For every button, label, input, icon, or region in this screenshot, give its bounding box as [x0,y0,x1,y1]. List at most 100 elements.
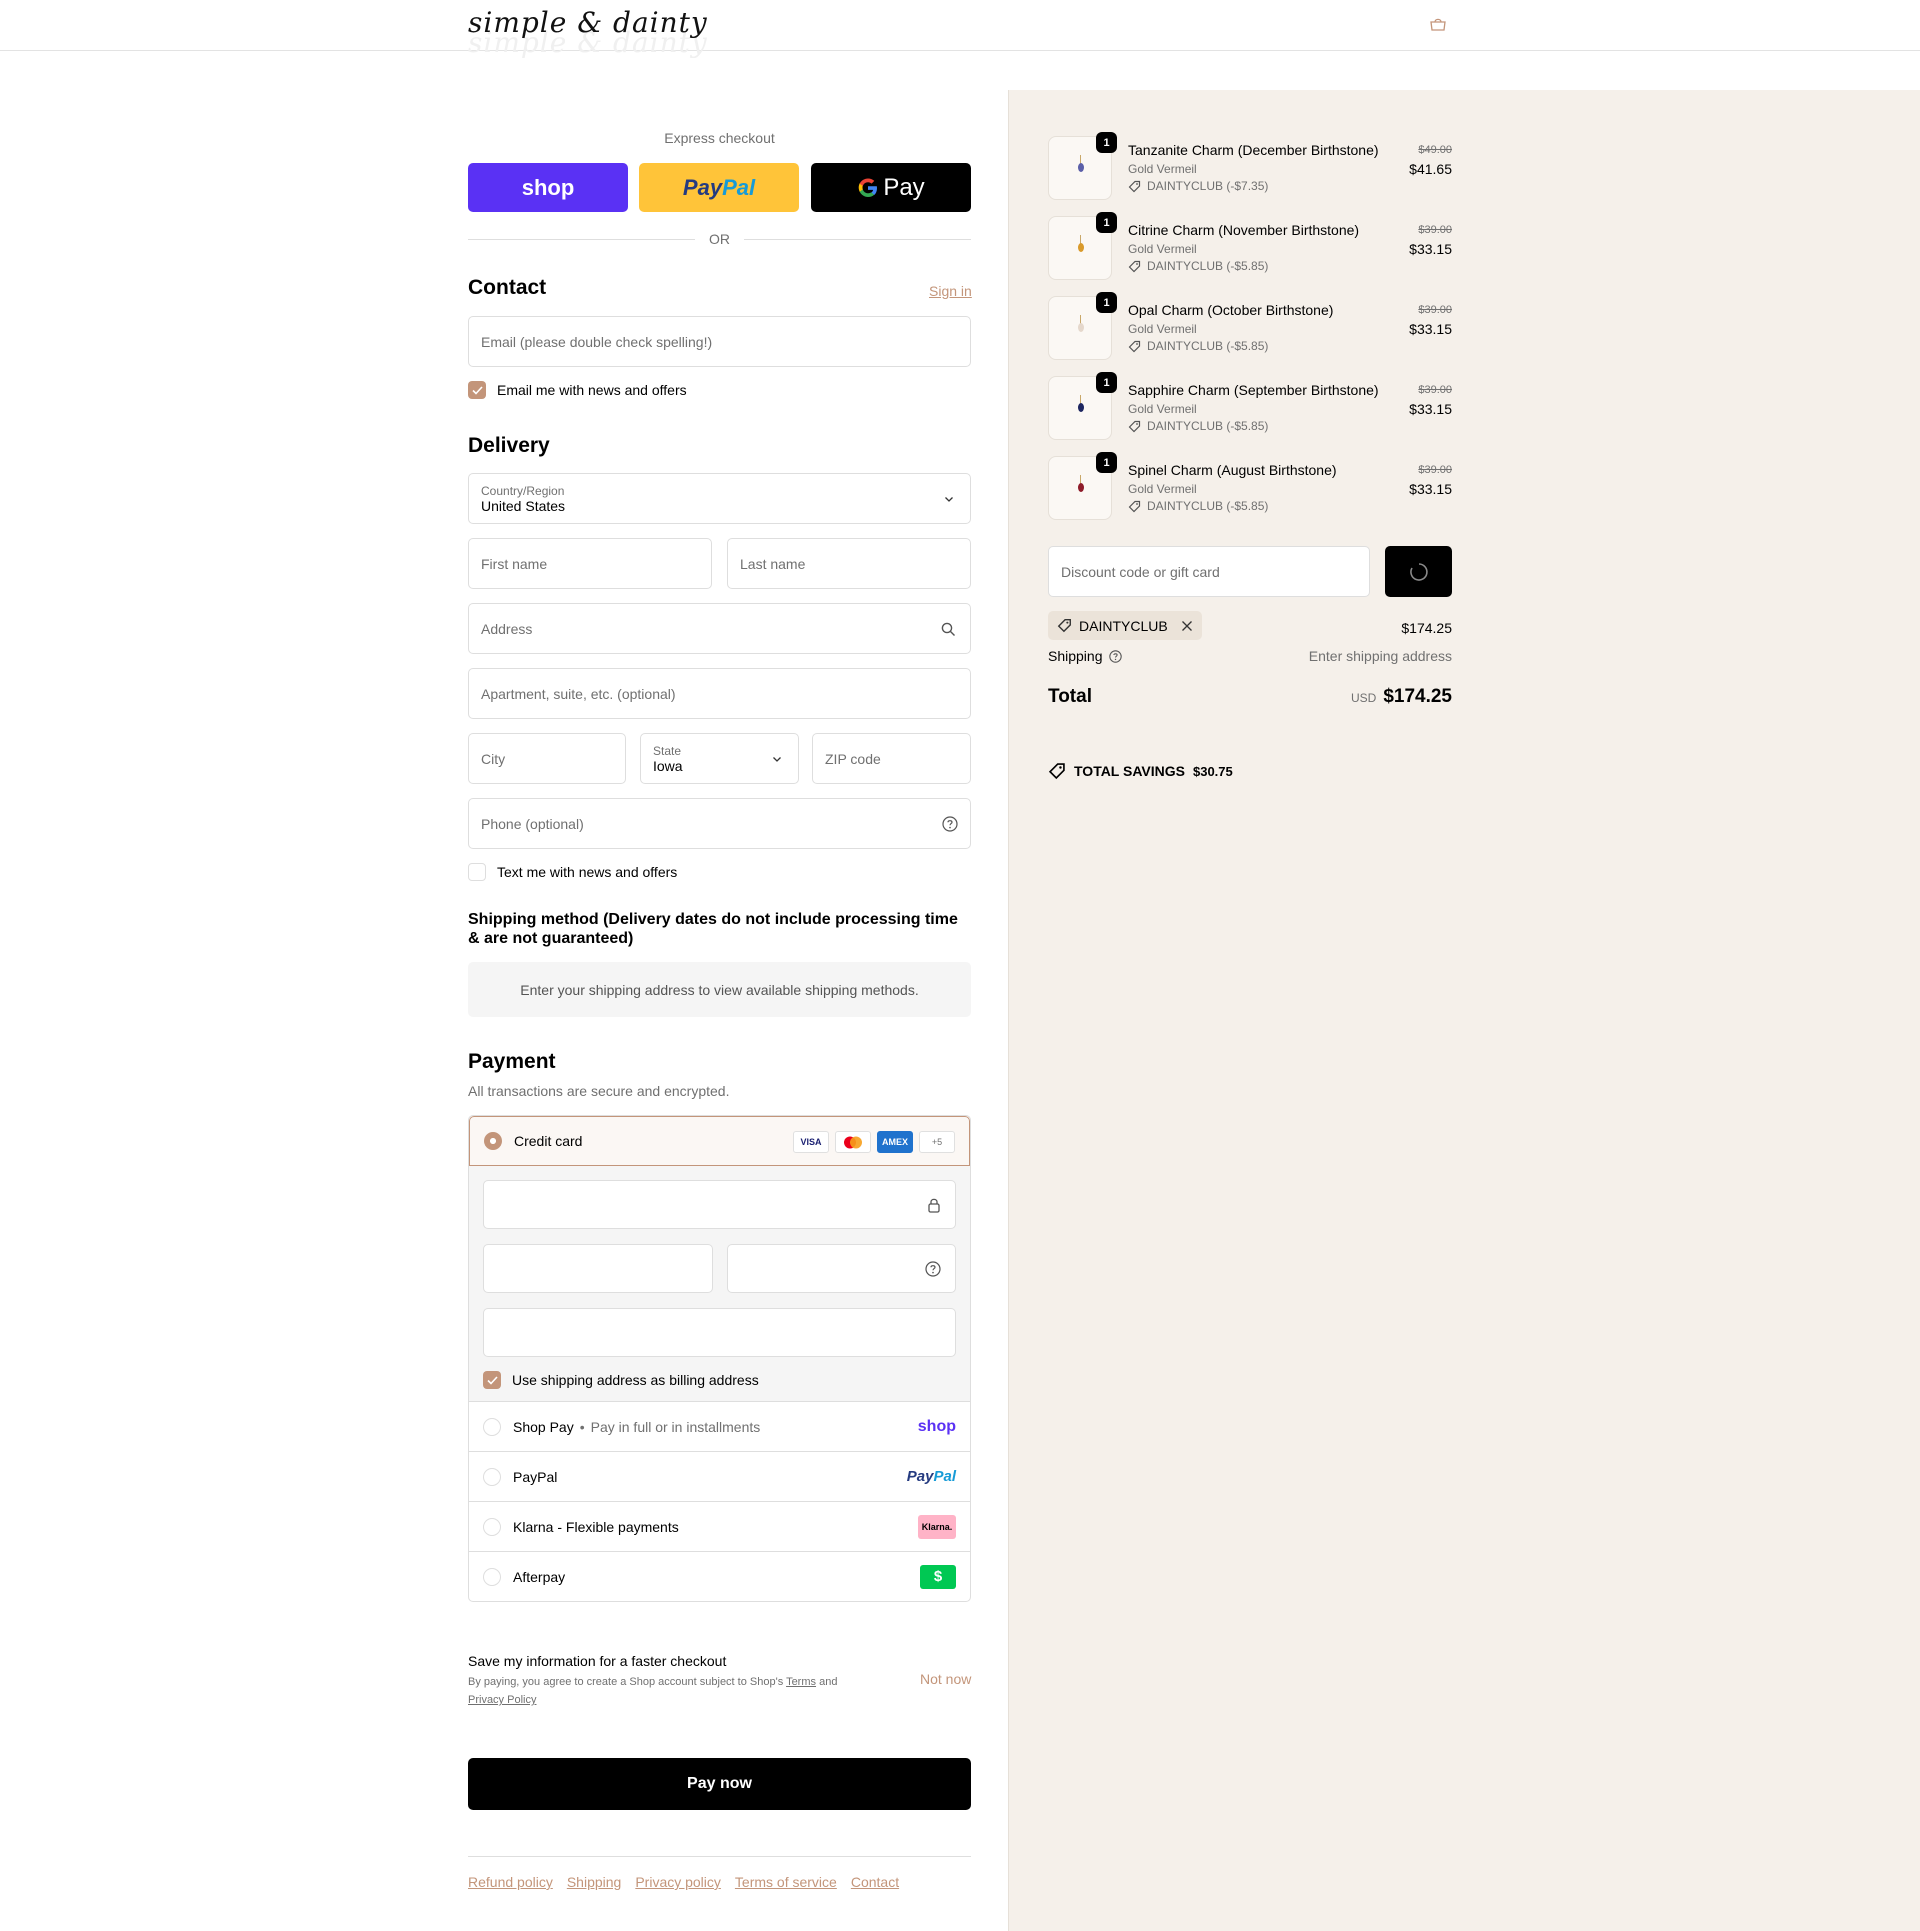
shop-pay-radio[interactable] [483,1417,501,1436]
pay-now-button[interactable]: Pay now [468,1758,971,1810]
paypal-label: PayPal [513,1468,558,1485]
billing-address-option[interactable]: Use shipping address as billing address [483,1371,956,1389]
privacy-policy-link[interactable]: Privacy policy [635,1874,721,1890]
city-field[interactable]: City [468,733,626,784]
total-savings: TOTAL SAVINGS $30.75 [1048,762,1233,780]
save-info-and: and [819,1676,838,1688]
gem-swatch [1078,403,1084,412]
shop-terms-link[interactable]: Terms [786,1676,816,1688]
afterpay-radio[interactable] [483,1567,501,1586]
payment-methods: Credit card VISA AMEX +5 Use shipping ad… [468,1115,971,1602]
name-on-card-field[interactable] [483,1308,956,1357]
phone-field[interactable]: Phone (optional) [468,798,971,849]
shopping-bag-icon[interactable] [1429,17,1447,31]
sign-in-link[interactable]: Sign in [929,283,972,299]
total-label: Total [1048,686,1092,707]
subtotal-value: $174.25 [1401,620,1452,636]
product-variant: Gold Vermeil [1128,322,1197,336]
apply-discount-button[interactable] [1385,546,1452,597]
chevron-down-icon [773,757,781,762]
address-field[interactable]: Address [468,603,971,654]
quantity-badge: 1 [1096,132,1117,153]
paypal-express-button[interactable]: Pay Pal [639,163,799,212]
card-number-field[interactable] [483,1180,956,1229]
state-label: State [653,743,682,758]
email-placeholder: Email (please double check spelling!) [481,333,713,350]
tag-icon [1128,500,1141,512]
quantity-badge: 1 [1096,452,1117,473]
check-icon [486,1375,498,1385]
paypal-label-pal: Pal [722,174,756,200]
first-name-field[interactable]: First name [468,538,712,589]
product-name: Spinel Charm (August Birthstone) [1128,462,1337,478]
text-news-checkbox[interactable] [468,863,486,881]
credit-card-label: Credit card [514,1133,583,1149]
state-select[interactable]: State Iowa [640,733,799,784]
store-logo[interactable]: simple & dainty [468,6,708,39]
shop-pay-bullet: • [579,1418,585,1435]
help-circle-icon[interactable] [925,1261,941,1277]
terms-of-service-link[interactable]: Terms of service [735,1874,837,1890]
klarna-logo: Klarna. [918,1514,956,1539]
help-circle-icon[interactable] [942,816,958,832]
address-placeholder: Address [481,620,533,637]
tag-icon [1128,180,1141,192]
state-value: Iowa [653,757,683,774]
shipping-value: Enter shipping address [1308,648,1452,664]
apartment-placeholder: Apartment, suite, etc. (optional) [481,685,676,702]
credit-card-option[interactable]: Credit card VISA AMEX +5 [469,1116,970,1166]
credit-card-radio[interactable] [484,1132,502,1150]
footer-divider [468,1856,971,1857]
savings-label: TOTAL SAVINGS [1074,763,1185,779]
payment-subtitle: All transactions are secure and encrypte… [468,1083,730,1099]
afterpay-option[interactable]: Afterpay $ [469,1551,970,1601]
google-pay-express-button[interactable]: Pay [811,163,971,212]
last-name-field[interactable]: Last name [727,538,971,589]
lock-icon [928,1198,940,1213]
gem-swatch [1078,243,1084,252]
paypal-logo: PayPal [907,1468,956,1485]
security-code-field[interactable] [727,1244,956,1293]
klarna-option[interactable]: Klarna - Flexible payments Klarna. [469,1501,970,1551]
billing-label: Use shipping address as billing address [512,1372,759,1388]
shipping-policy-link[interactable]: Shipping [567,1874,622,1890]
billing-checkbox[interactable] [483,1371,501,1389]
shop-pay-label: Shop Pay [513,1418,574,1435]
line-item: 1 Tanzanite Charm (December Birthstone) … [1048,132,1452,200]
refund-policy-link[interactable]: Refund policy [468,1874,553,1890]
afterpay-label: Afterpay [513,1568,566,1585]
klarna-radio[interactable] [483,1517,501,1536]
paypal-logo-pay: Pay [906,1468,934,1485]
text-news-option[interactable]: Text me with news and offers [468,863,677,881]
gem-swatch [1078,163,1084,172]
discounted-price: $33.15 [1409,401,1452,417]
contact-link[interactable]: Contact [851,1874,899,1890]
paypal-option[interactable]: PayPal PayPal [469,1451,970,1501]
product-discount: DAINTYCLUB (-$5.85) [1128,419,1268,433]
shop-pay-express-button[interactable]: shop [468,163,628,212]
apartment-field[interactable]: Apartment, suite, etc. (optional) [468,668,971,719]
express-checkout-label: Express checkout [664,130,775,146]
discounted-price: $33.15 [1409,481,1452,497]
country-select[interactable]: Country/Region United States [468,473,971,524]
close-icon[interactable] [1181,620,1193,632]
product-discount: DAINTYCLUB (-$5.85) [1128,339,1268,353]
email-news-checkbox[interactable] [468,381,486,399]
check-icon [471,385,483,395]
email-news-option[interactable]: Email me with news and offers [468,381,687,399]
zip-field[interactable]: ZIP code [812,733,971,784]
product-discount: DAINTYCLUB (-$5.85) [1128,259,1268,273]
footer-links: Refund policy Shipping Privacy policy Te… [468,1874,899,1890]
afterpay-logo: $ [920,1564,956,1589]
shop-pay-option[interactable]: Shop Pay • Pay in full or in installment… [469,1401,970,1451]
email-field[interactable]: Email (please double check spelling!) [468,316,971,367]
paypal-radio[interactable] [483,1467,501,1486]
not-now-button[interactable]: Not now [920,1671,971,1687]
expiration-field[interactable] [483,1244,713,1293]
currency-code: USD [1350,691,1377,705]
shop-privacy-link[interactable]: Privacy Policy [468,1694,536,1706]
divider-line [468,238,695,240]
discount-code-field[interactable]: Discount code or gift card [1048,546,1370,597]
discount-text: DAINTYCLUB (-$5.85) [1147,259,1269,273]
help-circle-icon[interactable] [1108,649,1122,663]
